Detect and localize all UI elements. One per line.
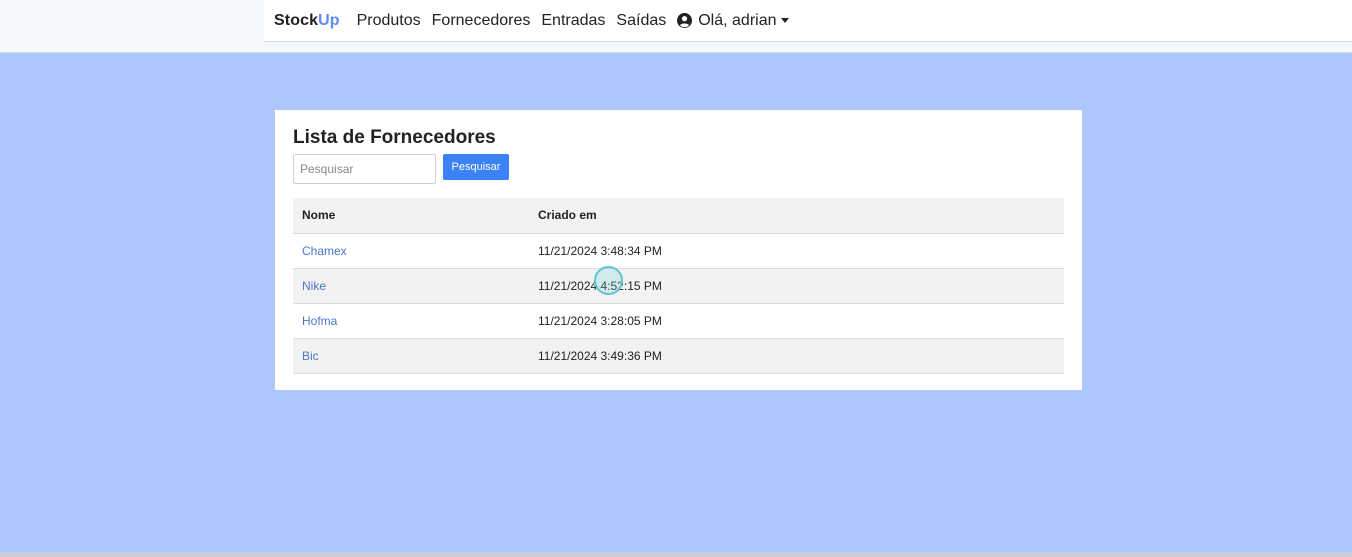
user-circle-icon bbox=[677, 13, 693, 28]
suppliers-card: Lista de Fornecedores Pesquisar Nome Cri… bbox=[275, 110, 1082, 390]
window-bottom-edge bbox=[0, 552, 1352, 557]
column-header-criado-em: Criado em bbox=[529, 198, 1064, 234]
table-row: Hofma 11/21/2024 3:28:05 PM bbox=[293, 303, 1064, 339]
table-row: Chamex 11/21/2024 3:48:34 PM bbox=[293, 233, 1064, 269]
created-at-cell: 11/21/2024 3:28:05 PM bbox=[529, 303, 1064, 339]
user-menu-dropdown[interactable]: Olá, adrian bbox=[677, 11, 789, 30]
table-header-row: Nome Criado em bbox=[293, 198, 1064, 234]
caret-down-icon bbox=[780, 18, 789, 23]
page-title: Lista de Fornecedores bbox=[293, 127, 496, 148]
mouse-cursor-indicator bbox=[594, 266, 623, 295]
user-greeting: Olá, adrian bbox=[698, 11, 777, 29]
supplier-name-link[interactable]: Hofma bbox=[293, 303, 529, 339]
nav-link-saidas[interactable]: Saídas bbox=[616, 12, 666, 30]
brand-accent-text: Up bbox=[318, 11, 340, 29]
suppliers-table: Nome Criado em Chamex 11/21/2024 3:48:34… bbox=[293, 198, 1064, 374]
supplier-name-link[interactable]: Nike bbox=[293, 268, 529, 304]
brand-logo[interactable]: StockUp bbox=[274, 12, 340, 30]
table-row: Nike 11/21/2024 4:52:15 PM bbox=[293, 268, 1064, 304]
supplier-name-link[interactable]: Bic bbox=[293, 338, 529, 374]
table-row: Bic 11/21/2024 3:49:36 PM bbox=[293, 338, 1064, 374]
nav-link-fornecedores[interactable]: Fornecedores bbox=[432, 12, 531, 30]
nav-link-produtos[interactable]: Produtos bbox=[357, 12, 421, 30]
nav-link-entradas[interactable]: Entradas bbox=[541, 12, 605, 30]
navbar: StockUp Produtos Fornecedores Entradas S… bbox=[264, 0, 1352, 42]
created-at-cell: 11/21/2024 3:49:36 PM bbox=[529, 338, 1064, 374]
supplier-name-link[interactable]: Chamex bbox=[293, 233, 529, 269]
search-input[interactable] bbox=[293, 154, 436, 184]
created-at-cell: 11/21/2024 3:48:34 PM bbox=[529, 233, 1064, 269]
column-header-nome: Nome bbox=[293, 198, 529, 234]
brand-text: Stock bbox=[274, 11, 319, 29]
search-button[interactable]: Pesquisar bbox=[443, 154, 509, 180]
